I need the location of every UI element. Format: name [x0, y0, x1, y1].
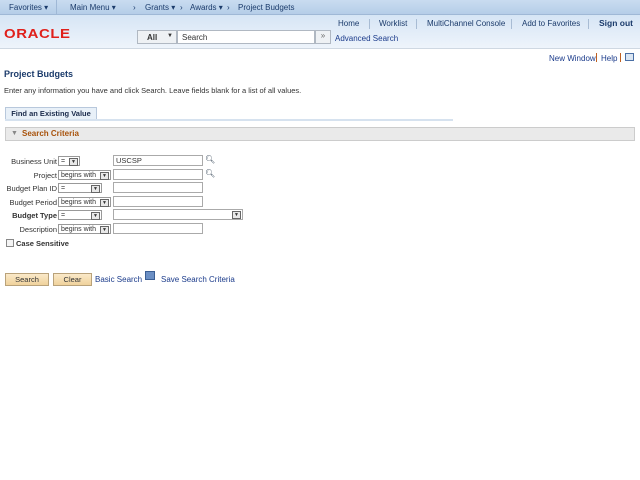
page-title: Project Budgets	[4, 69, 74, 79]
operator-value: begins with	[61, 199, 97, 206]
search-button[interactable]: Search	[5, 273, 49, 286]
budget-period-input[interactable]	[113, 196, 203, 207]
chevron-down-icon: ▼	[167, 33, 173, 39]
oracle-logo: ORACLE	[4, 26, 71, 41]
budget-period-label: Budget Period	[9, 198, 57, 207]
divider	[56, 0, 57, 14]
help-link[interactable]: Help	[601, 54, 617, 63]
section-title: Search Criteria	[22, 129, 79, 138]
divider	[511, 19, 512, 29]
breadcrumb-sep: ›	[180, 3, 183, 12]
save-search-criteria-link[interactable]: Save Search Criteria	[161, 275, 235, 284]
description-label: Description	[19, 225, 57, 234]
chevron-down-icon: ▼	[91, 185, 100, 193]
breadcrumb-project-budgets: Project Budgets	[238, 3, 295, 12]
operator-value: begins with	[61, 226, 97, 233]
tab-find-existing-value[interactable]: Find an Existing Value	[5, 107, 97, 119]
search-scope-select[interactable]: All ▼	[137, 30, 177, 44]
search-scope-value: All	[147, 33, 158, 42]
new-window-link[interactable]: New Window	[549, 54, 596, 63]
description-input[interactable]	[113, 223, 203, 234]
advanced-search-link[interactable]: Advanced Search	[335, 34, 398, 43]
home-link[interactable]: Home	[338, 19, 359, 28]
multichannel-console-link[interactable]: MultiChannel Console	[427, 19, 505, 28]
lookup-icon[interactable]: 🔍︎	[205, 155, 215, 164]
tab-underline	[5, 119, 453, 121]
budget-plan-id-input[interactable]	[113, 182, 203, 193]
lookup-icon[interactable]: 🔍︎	[205, 169, 215, 178]
operator-value: =	[61, 185, 66, 192]
chevron-down-icon: ▼	[100, 199, 109, 207]
case-sensitive-label: Case Sensitive	[16, 239, 69, 248]
budget-type-label: Budget Type	[12, 211, 57, 220]
divider	[369, 19, 370, 29]
divider	[588, 19, 589, 29]
project-label: Project	[33, 171, 57, 180]
breadcrumb-grants[interactable]: Grants ▾	[145, 3, 175, 12]
business-unit-label: Business Unit	[11, 157, 57, 166]
business-unit-operator[interactable]: = ▼	[58, 156, 80, 166]
chevron-down-icon: ▼	[100, 226, 109, 234]
project-operator[interactable]: begins with ▼	[58, 170, 111, 180]
budget-type-operator[interactable]: = ▼	[58, 210, 102, 220]
divider	[620, 53, 621, 62]
chevron-down-icon: ▼	[100, 172, 109, 180]
personalize-page-icon[interactable]	[625, 53, 634, 61]
project-input[interactable]	[113, 169, 203, 180]
budget-plan-id-operator[interactable]: = ▼	[58, 183, 102, 193]
add-to-favorites-link[interactable]: Add to Favorites	[522, 19, 580, 28]
chevron-down-icon: ▼	[232, 211, 241, 219]
top-nav-bar: Favorites ▾ Main Menu ▾ › Grants ▾ › Awa…	[0, 0, 640, 15]
breadcrumb-awards[interactable]: Awards ▾	[190, 3, 223, 12]
clear-button[interactable]: Clear	[53, 273, 92, 286]
chevron-down-icon: ▼	[69, 158, 78, 166]
sign-out-link[interactable]: Sign out	[599, 18, 633, 28]
budget-plan-id-label: Budget Plan ID	[6, 184, 57, 193]
operator-value: =	[61, 158, 66, 165]
breadcrumb-sep: ›	[133, 3, 136, 12]
case-sensitive-checkbox[interactable]	[6, 239, 14, 247]
budget-type-select[interactable]: ▼	[113, 209, 243, 220]
operator-value: begins with	[61, 172, 97, 179]
instructions: Enter any information you have and click…	[4, 86, 302, 95]
chevron-down-icon: ▼	[91, 212, 100, 220]
global-search-input[interactable]: Search	[177, 30, 315, 44]
worklist-link[interactable]: Worklist	[379, 19, 407, 28]
operator-value: =	[61, 212, 66, 219]
search-criteria-section[interactable]: ▼ Search Criteria	[5, 127, 635, 141]
divider	[416, 19, 417, 29]
basic-search-link[interactable]: Basic Search	[95, 275, 142, 284]
business-unit-input[interactable]: USCSP	[113, 155, 203, 166]
favorites-menu[interactable]: Favorites ▾	[9, 3, 48, 12]
search-go-button[interactable]: »	[315, 30, 331, 44]
breadcrumb-sep: ›	[227, 3, 230, 12]
collapse-triangle-icon: ▼	[11, 130, 18, 137]
divider	[596, 53, 597, 62]
budget-period-operator[interactable]: begins with ▼	[58, 197, 111, 207]
save-search-icon[interactable]	[145, 271, 155, 280]
main-menu[interactable]: Main Menu ▾	[70, 3, 116, 12]
description-operator[interactable]: begins with ▼	[58, 224, 111, 234]
